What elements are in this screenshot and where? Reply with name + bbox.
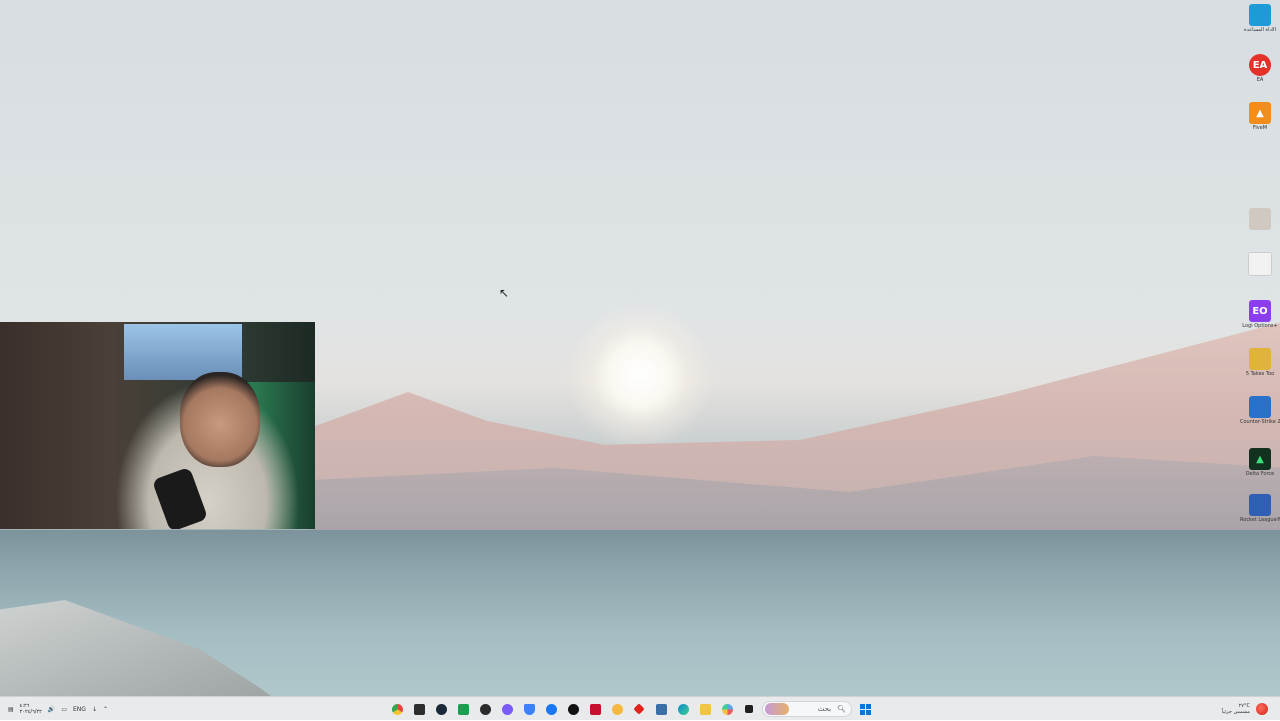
mcafee-icon[interactable] bbox=[586, 700, 604, 718]
desktop-icon-document[interactable] bbox=[1240, 208, 1280, 231]
edge-icon[interactable] bbox=[674, 700, 692, 718]
file-icon bbox=[1248, 252, 1272, 276]
weather-icon bbox=[1256, 703, 1268, 715]
start-button[interactable] bbox=[856, 700, 874, 718]
steam-icon[interactable] bbox=[432, 700, 450, 718]
display-icon[interactable]: ▭ bbox=[61, 706, 67, 713]
desktop-icon-label: Counter-Strike 2 bbox=[1240, 419, 1280, 425]
desktop-icon-ea[interactable]: EA EA bbox=[1240, 54, 1280, 83]
desktop-icon-label: Logi Options+ bbox=[1242, 323, 1278, 329]
taskbar-clock[interactable]: ٤:٢٦ ٢٠٢٤/٦/٢٢ bbox=[20, 703, 42, 715]
shield-icon[interactable] bbox=[520, 700, 538, 718]
rocket-league-icon bbox=[1249, 494, 1271, 516]
weather-text: ٢٧°C مشمس جزئياً bbox=[1222, 703, 1250, 715]
desktop-icon-label: 5 Takes Too bbox=[1245, 371, 1275, 377]
search-placeholder: بحث bbox=[817, 705, 832, 713]
network-icon[interactable]: ▤ bbox=[8, 706, 14, 713]
wallpaper-sun bbox=[565, 300, 715, 450]
game-icon bbox=[1249, 348, 1271, 370]
chevron-up-icon[interactable]: ⌃ bbox=[103, 706, 108, 713]
fivem-icon: ▲ bbox=[1249, 102, 1271, 124]
weather-condition: مشمس جزئياً bbox=[1221, 709, 1250, 715]
webcam-overlay bbox=[0, 322, 315, 529]
settings-icon[interactable] bbox=[652, 700, 670, 718]
windows-logo-icon bbox=[859, 703, 871, 715]
ea-icon: EA bbox=[1249, 54, 1271, 76]
desktop: ↖ الأداة المساعدة EA EA ▲ FiveM EO Logi … bbox=[0, 0, 1280, 696]
desktop-icon-blank-file[interactable] bbox=[1240, 252, 1280, 277]
desktop-icon-fivem[interactable]: ▲ FiveM bbox=[1240, 102, 1280, 131]
search-icon: 🔍︎ bbox=[837, 705, 846, 713]
microphone-icon[interactable]: ↓ bbox=[92, 706, 97, 713]
tiktok-icon[interactable] bbox=[564, 700, 582, 718]
document-icon bbox=[1249, 208, 1271, 230]
chat-icon[interactable] bbox=[608, 700, 626, 718]
nvidia-icon[interactable] bbox=[454, 700, 472, 718]
monitor-icon bbox=[1249, 4, 1271, 26]
desktop-icon-label: Delta Force bbox=[1245, 471, 1275, 477]
desktop-icon-label: FiveM bbox=[1252, 125, 1268, 131]
facebook-icon[interactable] bbox=[542, 700, 560, 718]
obs-icon[interactable] bbox=[476, 700, 494, 718]
taskbar-tray-left: ▤ ٤:٢٦ ٢٠٢٤/٦/٢٢ 🔊 ▭ ENG ↓ ⌃ bbox=[8, 697, 108, 721]
photos-icon[interactable] bbox=[718, 700, 736, 718]
app-icon[interactable] bbox=[740, 700, 758, 718]
terminal-icon[interactable] bbox=[410, 700, 428, 718]
desktop-icon-counter-strike[interactable]: Counter-Strike 2 bbox=[1240, 396, 1280, 425]
search-highlight-badge bbox=[765, 703, 789, 715]
taskbar-apps: بحث 🔍︎ bbox=[388, 699, 874, 719]
ruby-icon[interactable] bbox=[630, 700, 648, 718]
speaker-icon[interactable]: 🔊 bbox=[48, 706, 55, 713]
language-indicator[interactable]: ENG bbox=[73, 706, 86, 713]
desktop-icon-label: الأداة المساعدة bbox=[1243, 27, 1277, 33]
taskbar-search[interactable]: بحث 🔍︎ bbox=[762, 701, 852, 717]
messenger-icon[interactable] bbox=[498, 700, 516, 718]
desktop-icon-label: EA bbox=[1256, 77, 1264, 83]
desktop-icon-label: Rocket League® bbox=[1240, 517, 1280, 523]
desktop-icon-logi-options[interactable]: EO Logi Options+ bbox=[1240, 300, 1280, 329]
taskbar: ▤ ٤:٢٦ ٢٠٢٤/٦/٢٢ 🔊 ▭ ENG ↓ ⌃ بحث 🔍︎ ٢٧°C… bbox=[0, 696, 1280, 720]
desktop-icon-monitor-app[interactable]: الأداة المساعدة bbox=[1240, 4, 1280, 33]
webcam-person-head bbox=[180, 372, 260, 467]
desktop-icon-game-shortcut[interactable]: 5 Takes Too bbox=[1240, 348, 1280, 377]
folder-icon[interactable] bbox=[696, 700, 714, 718]
logi-options-icon: EO bbox=[1249, 300, 1271, 322]
desktop-icon-rocket-league[interactable]: Rocket League® bbox=[1240, 494, 1280, 523]
taskbar-weather[interactable]: ٢٧°C مشمس جزئياً bbox=[1222, 697, 1268, 721]
desktop-icon-delta-force[interactable]: ▲ Delta Force bbox=[1240, 448, 1280, 477]
counter-strike-icon bbox=[1249, 396, 1271, 418]
delta-force-icon: ▲ bbox=[1249, 448, 1271, 470]
clock-date: ٢٠٢٤/٦/٢٢ bbox=[19, 709, 42, 715]
chrome-icon[interactable] bbox=[388, 700, 406, 718]
